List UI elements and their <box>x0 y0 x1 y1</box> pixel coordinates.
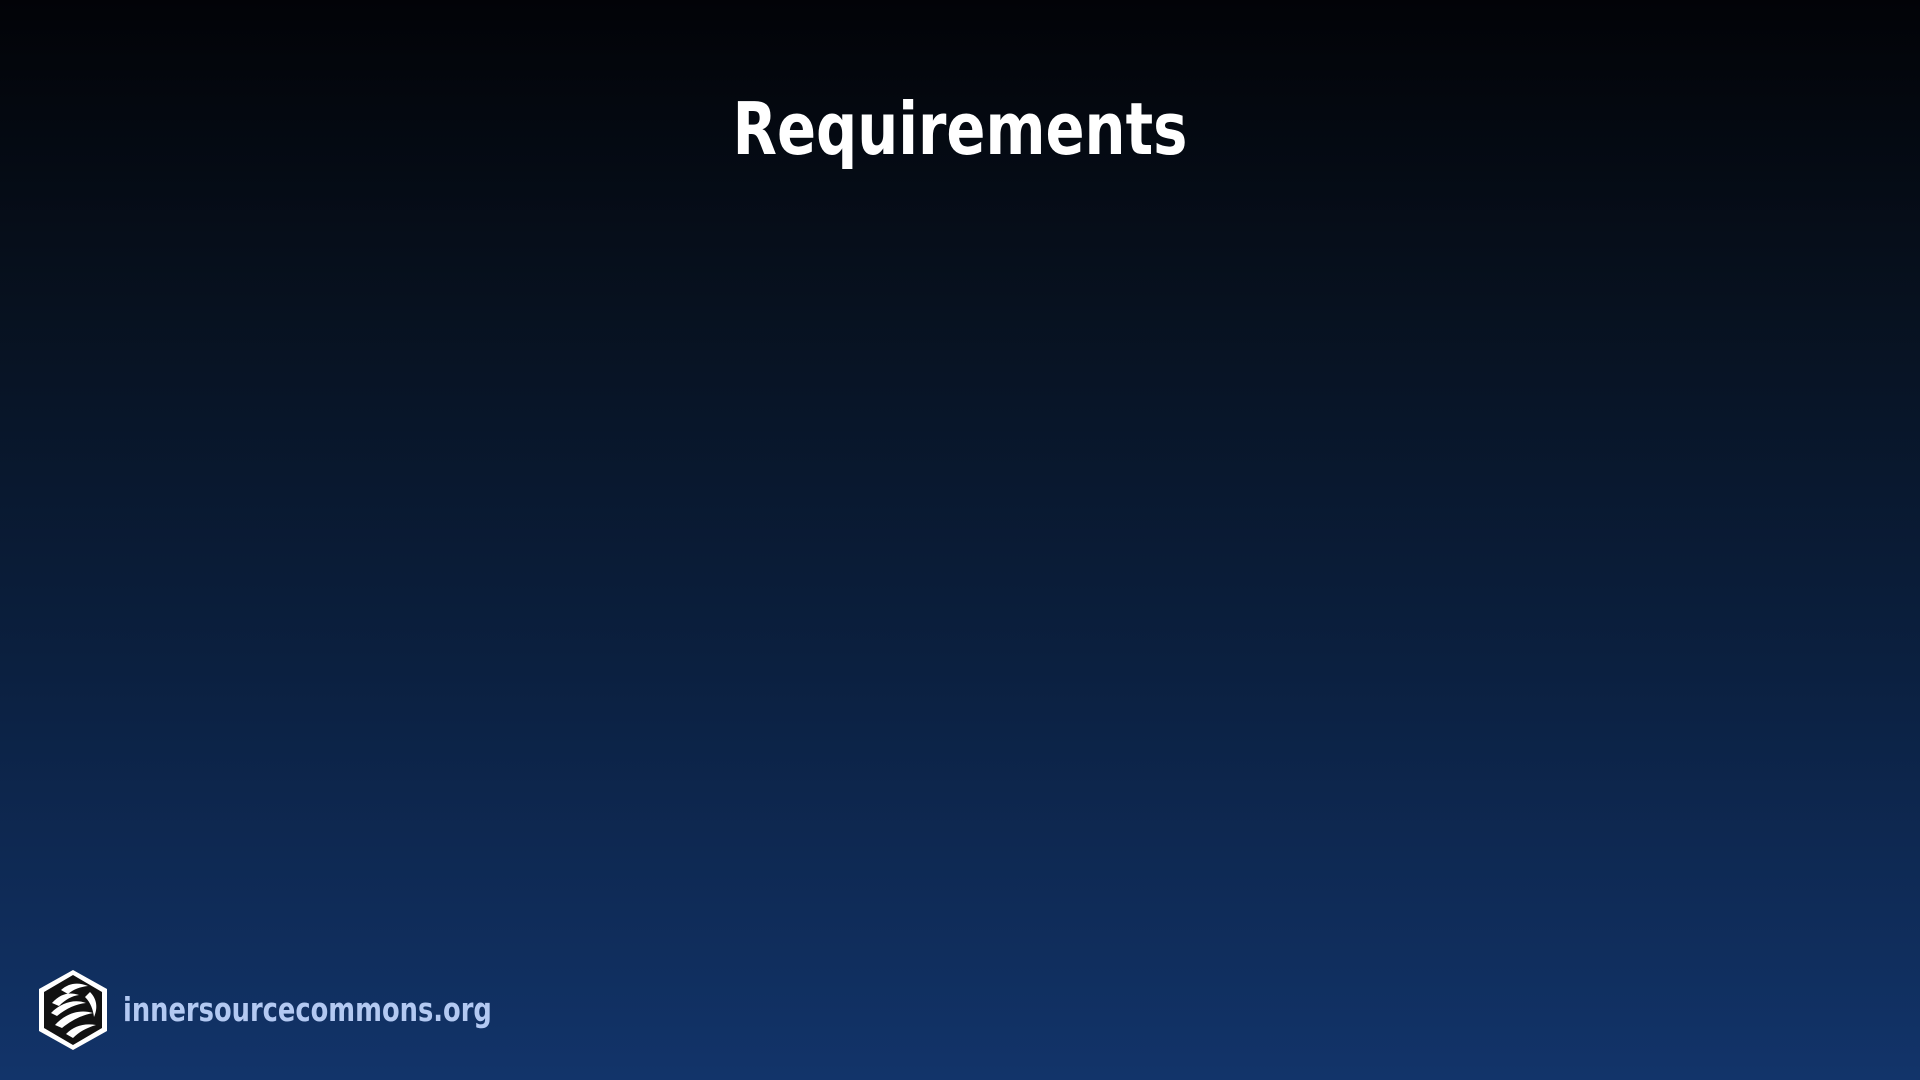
footer-branding: innersourcecommons.org <box>35 968 596 1052</box>
innersource-commons-logo-icon <box>39 970 107 1050</box>
slide-title: Requirements <box>732 87 1188 171</box>
footer-url: innersourcecommons.org <box>123 990 492 1029</box>
